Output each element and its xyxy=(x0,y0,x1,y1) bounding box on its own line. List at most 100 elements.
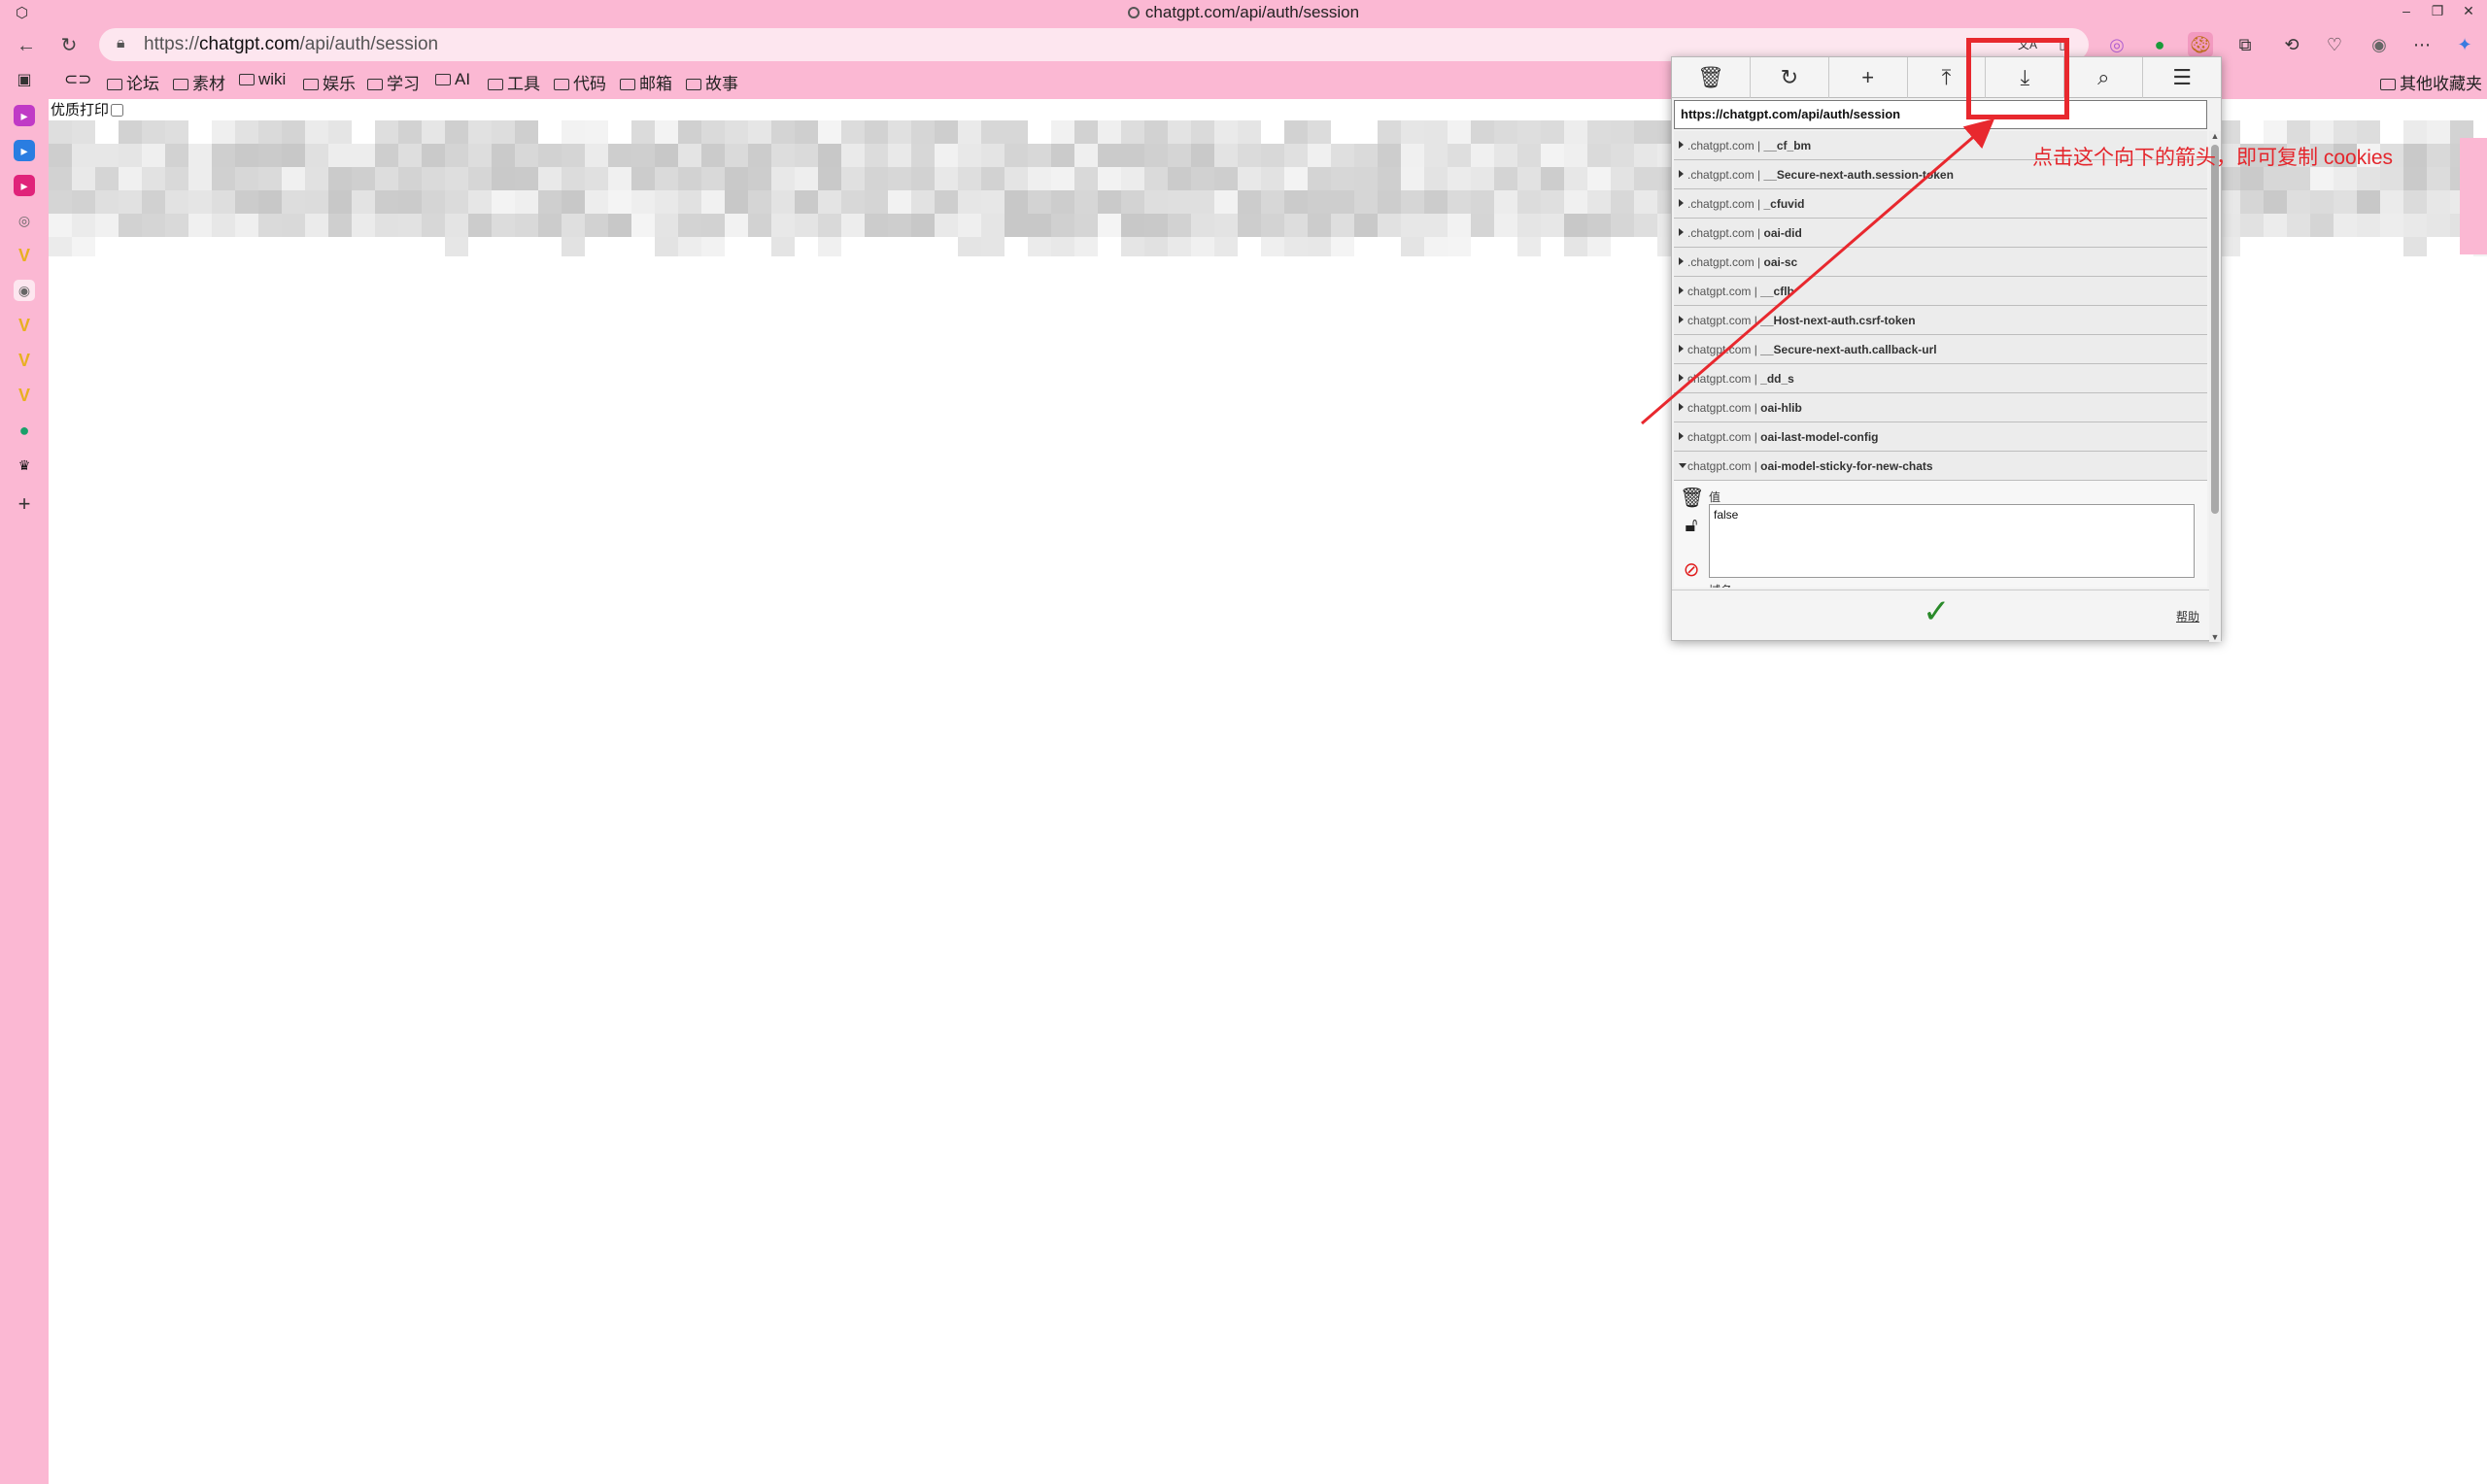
mosaic-cell xyxy=(1074,237,1098,256)
mosaic-cell xyxy=(818,190,841,214)
close-button[interactable]: ✕ xyxy=(2454,0,2483,23)
expand-triangle-icon[interactable] xyxy=(1679,403,1684,411)
cookie-value-textarea[interactable]: false xyxy=(1709,504,2195,578)
sidebar-app-gray-icon[interactable]: ◎ xyxy=(14,210,35,231)
cookie-row[interactable]: chatgpt.com | oai-hlib xyxy=(1674,393,2207,422)
upload-icon: ⤒ xyxy=(1941,65,1952,89)
window-title: chatgpt.com/api/auth/session xyxy=(0,3,2487,22)
sidebar-app-magenta-icon[interactable]: ▸ xyxy=(14,175,35,196)
expand-triangle-icon[interactable] xyxy=(1679,141,1684,149)
bookmark-folder[interactable]: 邮箱 xyxy=(620,70,672,93)
bookmark-folder[interactable]: 娱乐 xyxy=(303,70,356,93)
expand-triangle-icon[interactable] xyxy=(1679,257,1684,265)
refresh-button[interactable]: ↻ xyxy=(1751,57,1829,98)
sidebar-app-v-icon[interactable]: V xyxy=(14,245,35,266)
cookie-row[interactable]: .chatgpt.com | oai-sc xyxy=(1674,248,2207,277)
delete-all-button[interactable]: 🗑︎ xyxy=(1672,57,1751,98)
cookie-row[interactable]: .chatgpt.com | oai-did xyxy=(1674,219,2207,248)
popup-scrollbar[interactable]: ▲ ▼ xyxy=(2209,131,2221,642)
mosaic-cell xyxy=(631,190,655,214)
mosaic-cell xyxy=(212,144,235,167)
search-button[interactable]: ⌕ xyxy=(2064,57,2144,98)
unlock-icon[interactable]: 🔓︎ xyxy=(1680,514,1703,537)
sidebar-app-v-icon[interactable]: V xyxy=(14,385,35,406)
mosaic-cell xyxy=(655,144,678,167)
block-icon[interactable]: ⊘ xyxy=(1680,558,1703,582)
add-sidebar-app-icon[interactable]: + xyxy=(14,493,35,515)
cookie-row[interactable]: .chatgpt.com | _cfuvid xyxy=(1674,189,2207,219)
mosaic-cell xyxy=(1401,167,1424,190)
scroll-down-icon[interactable]: ▼ xyxy=(2209,632,2221,642)
back-button[interactable]: ← xyxy=(14,33,39,58)
cookie-row[interactable]: chatgpt.com | _dd_s xyxy=(1674,364,2207,393)
bookmark-folder[interactable]: wiki xyxy=(239,70,286,91)
history-icon[interactable]: ⟲ xyxy=(2279,32,2304,57)
mosaic-cell xyxy=(1144,144,1168,167)
copilot-icon[interactable]: ✦ xyxy=(2452,32,2477,57)
more-icon[interactable]: ⋯ xyxy=(2409,32,2435,57)
profile-avatar[interactable]: ◉ xyxy=(2367,32,2392,57)
mosaic-cell xyxy=(72,120,95,144)
bookmark-folder[interactable]: AI xyxy=(435,70,470,91)
favorites-icon[interactable]: ♡ xyxy=(2322,32,2347,57)
expand-triangle-icon[interactable] xyxy=(1679,345,1684,353)
expand-triangle-icon[interactable] xyxy=(1679,199,1684,207)
extension-purple-icon[interactable]: ◎ xyxy=(2104,32,2129,57)
add-cookie-button[interactable]: + xyxy=(1829,57,1908,98)
save-check-button[interactable]: ✓ xyxy=(1923,592,1951,631)
mosaic-cell xyxy=(258,167,282,190)
sidebar-app-purple-icon[interactable]: ▸ xyxy=(14,105,35,126)
puzzle-icon[interactable]: ⧉ xyxy=(2232,32,2258,57)
sidebar-app-blue-icon[interactable]: ▸ xyxy=(14,140,35,161)
cookie-row[interactable]: chatgpt.com | __Secure-next-auth.callbac… xyxy=(1674,335,2207,364)
mosaic-cell xyxy=(1028,144,1051,167)
sidebar-app-v-icon[interactable]: V xyxy=(14,350,35,371)
reload-button[interactable]: ↻ xyxy=(56,33,82,58)
minimize-button[interactable]: – xyxy=(2392,0,2421,23)
sidebar-app-v-icon[interactable]: V xyxy=(14,315,35,336)
options-button[interactable]: ☰ xyxy=(2143,57,2221,98)
sidebar-app-compass-icon[interactable]: ● xyxy=(14,420,35,441)
scrollbar-thumb[interactable] xyxy=(2211,145,2219,514)
expand-triangle-icon[interactable] xyxy=(1679,170,1684,178)
cookie-row[interactable]: chatgpt.com | __Host-next-auth.csrf-toke… xyxy=(1674,306,2207,335)
url-text[interactable]: https://chatgpt.com/api/auth/session xyxy=(144,34,438,55)
expand-triangle-icon[interactable] xyxy=(1679,287,1684,294)
bookmark-folder[interactable]: 学习 xyxy=(367,70,420,93)
lock-icon[interactable]: 🔒︎ xyxy=(117,35,125,52)
sidebar-app-active-icon[interactable]: ◉ xyxy=(14,280,35,301)
expand-triangle-icon[interactable] xyxy=(1679,316,1684,323)
other-bookmarks[interactable]: 其他收藏夹 xyxy=(2380,70,2482,93)
mosaic-cell xyxy=(748,190,771,214)
expand-triangle-icon[interactable] xyxy=(1679,463,1686,468)
cookie-row[interactable]: chatgpt.com | oai-model-sticky-for-new-c… xyxy=(1674,452,2207,481)
expand-triangle-icon[interactable] xyxy=(1679,374,1684,382)
cookie-row[interactable]: chatgpt.com | oai-last-model-config xyxy=(1674,422,2207,452)
tab-actions-icon[interactable]: ▣ xyxy=(14,70,35,91)
expand-triangle-icon[interactable] xyxy=(1679,432,1684,440)
bookmark-folder[interactable]: 论坛 xyxy=(107,70,159,93)
mosaic-cell xyxy=(2287,190,2310,214)
extension-green-icon[interactable]: ● xyxy=(2147,32,2172,57)
mosaic-cell xyxy=(1424,167,1448,190)
bookmark-folder[interactable]: 素材 xyxy=(173,70,225,93)
bookmark-link-icon[interactable]: ⊂⊃ xyxy=(64,70,92,91)
sidebar-app-crown-icon[interactable]: ♛ xyxy=(14,455,35,476)
bookmark-folder[interactable]: 代码 xyxy=(554,70,606,93)
expand-triangle-icon[interactable] xyxy=(1679,228,1684,236)
mosaic-cell xyxy=(1121,144,1144,167)
bookmark-folder[interactable]: 故事 xyxy=(686,70,738,93)
cookie-row[interactable]: chatgpt.com | __cflb xyxy=(1674,277,2207,306)
mosaic-cell xyxy=(1587,214,1611,237)
cookie-extension-icon[interactable]: 🍪︎ xyxy=(2188,32,2213,57)
bookmark-folder[interactable]: 工具 xyxy=(488,70,540,93)
scroll-up-icon[interactable]: ▲ xyxy=(2209,131,2221,141)
mosaic-cell xyxy=(2427,167,2450,190)
help-link[interactable]: 帮助 xyxy=(2176,608,2199,624)
mosaic-cell xyxy=(1144,214,1168,237)
print-checkbox[interactable] xyxy=(111,104,124,117)
delete-cookie-icon[interactable]: 🗑︎ xyxy=(1680,487,1704,510)
restore-button[interactable]: ❐ xyxy=(2423,0,2452,23)
mosaic-cell xyxy=(468,214,492,237)
popup-url-field[interactable]: https://chatgpt.com/api/auth/session xyxy=(1674,100,2207,129)
